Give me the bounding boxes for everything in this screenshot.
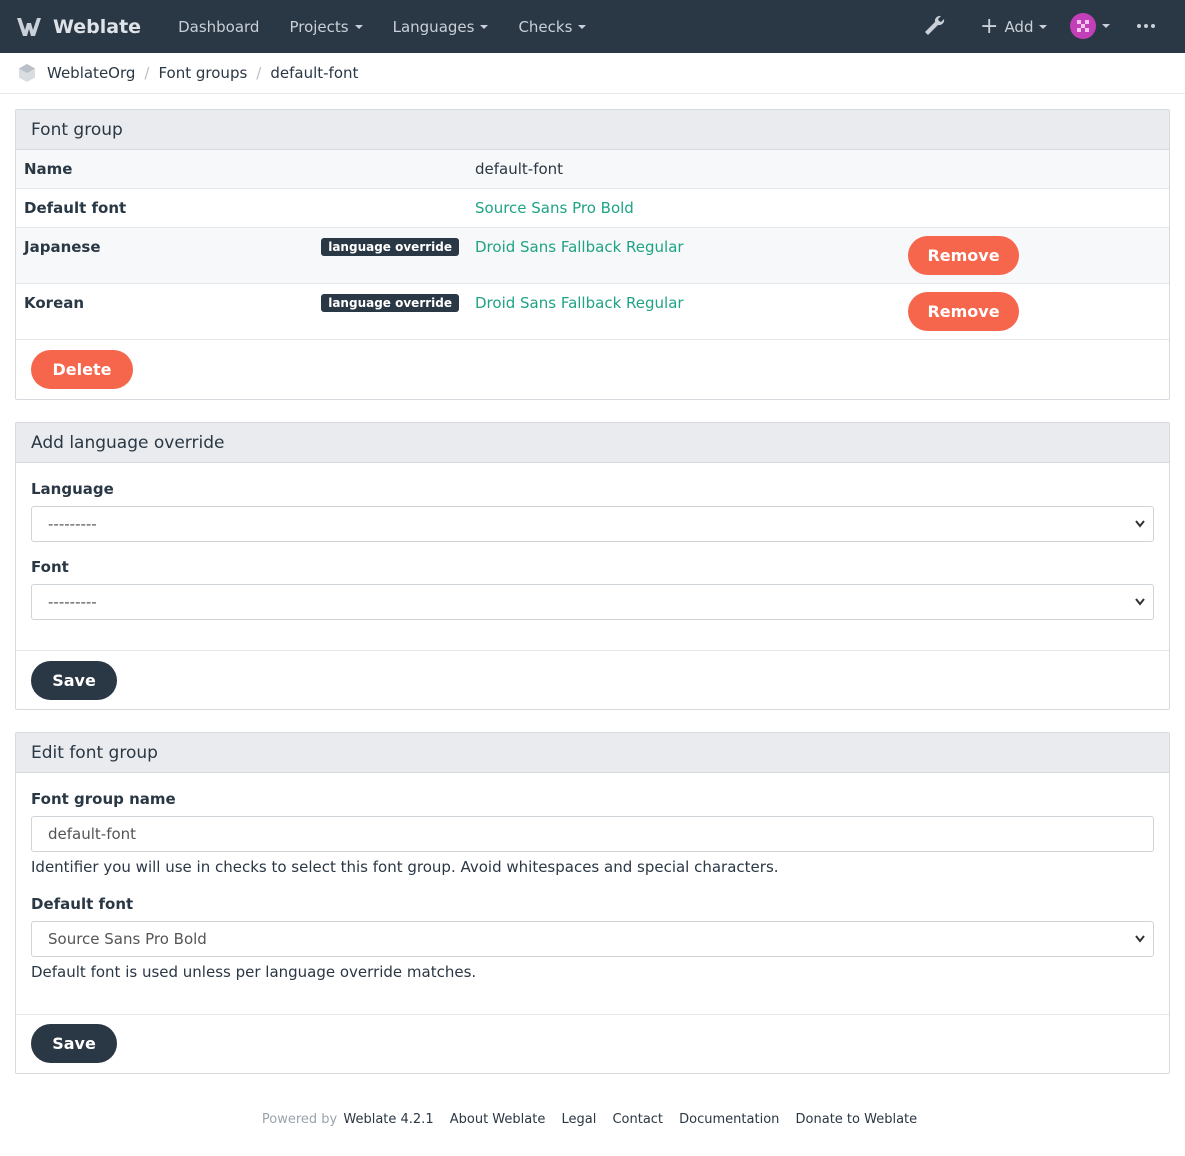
remove-button[interactable]: Remove — [908, 292, 1019, 331]
row-label: Japanese — [24, 238, 101, 256]
delete-button[interactable]: Delete — [31, 350, 133, 389]
breadcrumb-separator: / — [256, 64, 262, 82]
language-label: Language — [31, 480, 114, 498]
page-footer: Powered by Weblate 4.2.1 About Weblate L… — [0, 1112, 1185, 1127]
footer-documentation-link[interactable]: Documentation — [679, 1112, 779, 1127]
language-select-value: --------- — [48, 515, 97, 533]
nav-checks[interactable]: Checks — [503, 0, 601, 53]
more-options-icon[interactable] — [1137, 24, 1158, 28]
row-label: Name — [24, 160, 73, 178]
font-select-value: --------- — [48, 593, 97, 611]
default-font-label: Default font — [31, 895, 134, 913]
language-select[interactable]: --------- — [31, 506, 1154, 542]
brand-name: Weblate — [53, 15, 142, 38]
breadcrumb: WeblateOrg / Font groups / default-font — [0, 53, 1185, 94]
nav-dashboard-label: Dashboard — [178, 17, 260, 36]
user-menu[interactable] — [1070, 13, 1110, 39]
font-select[interactable]: --------- — [31, 584, 1154, 620]
nav-add-label: Add — [1004, 17, 1034, 36]
add-override-panel: Add language override Language ---------… — [15, 422, 1170, 710]
default-font-select[interactable]: Source Sans Pro Bold — [31, 921, 1154, 957]
table-row-name: Name default-font — [16, 150, 1169, 189]
caret-down-icon — [1039, 24, 1048, 29]
caret-down-icon — [480, 24, 489, 29]
brand-link[interactable]: Weblate — [15, 0, 141, 53]
group-name-label: Font group name — [31, 790, 176, 808]
footer-about-link[interactable]: About Weblate — [450, 1112, 546, 1127]
nav-languages-label: Languages — [392, 17, 475, 36]
nav-projects-label: Projects — [289, 17, 349, 36]
nav-checks-label: Checks — [518, 17, 573, 36]
group-name-input[interactable]: default-font — [31, 816, 1154, 852]
default-font-help: Default font is used unless per language… — [31, 963, 477, 981]
footer-donate-link[interactable]: Donate to Weblate — [796, 1112, 918, 1127]
footer-version-link[interactable]: Weblate 4.2.1 — [343, 1112, 433, 1127]
group-name-value: default-font — [48, 825, 137, 843]
panel-heading: Add language override — [16, 423, 1169, 463]
breadcrumb-org[interactable]: WeblateOrg — [47, 64, 135, 82]
font-group-panel: Font group Name default-font Default fon… — [15, 109, 1170, 400]
breadcrumb-current[interactable]: default-font — [270, 64, 358, 82]
override-font-link[interactable]: Droid Sans Fallback Regular — [475, 294, 684, 312]
remove-button[interactable]: Remove — [908, 236, 1019, 275]
table-row-default-font: Default font Source Sans Pro Bold — [16, 189, 1169, 228]
organization-icon — [19, 64, 35, 82]
language-override-badge: language override — [321, 238, 459, 256]
top-navbar: Weblate Dashboard Projects Languages Che… — [0, 0, 1185, 53]
caret-down-icon — [354, 24, 363, 29]
panel-heading: Edit font group — [16, 733, 1169, 773]
chevron-down-icon — [1135, 598, 1145, 606]
panel-heading: Font group — [16, 110, 1169, 150]
default-font-link[interactable]: Source Sans Pro Bold — [475, 199, 634, 217]
avatar — [1070, 13, 1096, 39]
weblate-logo-icon — [17, 17, 41, 36]
row-value: default-font — [475, 160, 564, 178]
edit-group-panel: Edit font group Font group name default-… — [15, 732, 1170, 1074]
caret-down-icon — [1102, 24, 1110, 28]
save-group-button[interactable]: Save — [31, 1024, 117, 1063]
language-override-badge: language override — [321, 294, 459, 312]
table-row-japanese: Japanese language override Droid Sans Fa… — [16, 228, 1169, 284]
wrench-icon[interactable] — [922, 13, 946, 41]
powered-by-text: Powered by — [261, 1112, 338, 1127]
row-label: Default font — [24, 199, 127, 217]
plus-icon: + — [980, 13, 999, 39]
caret-down-icon — [578, 24, 587, 29]
nav-projects[interactable]: Projects — [274, 0, 377, 53]
footer-contact-link[interactable]: Contact — [612, 1112, 663, 1127]
footer-legal-link[interactable]: Legal — [561, 1112, 596, 1127]
chevron-down-icon — [1135, 935, 1145, 943]
nav-add[interactable]: + Add — [980, 0, 1048, 53]
group-name-help: Identifier you will use in checks to sel… — [31, 858, 779, 876]
override-font-link[interactable]: Droid Sans Fallback Regular — [475, 238, 684, 256]
row-label: Korean — [24, 294, 85, 312]
chevron-down-icon — [1135, 520, 1145, 528]
table-row-korean: Korean language override Droid Sans Fall… — [16, 284, 1169, 340]
divider — [16, 650, 1169, 651]
breadcrumb-separator: / — [144, 64, 150, 82]
divider — [16, 1014, 1169, 1015]
font-label: Font — [31, 558, 69, 576]
nav-languages[interactable]: Languages — [378, 0, 504, 53]
default-font-value: Source Sans Pro Bold — [48, 930, 207, 948]
breadcrumb-font-groups[interactable]: Font groups — [158, 64, 247, 82]
nav-dashboard[interactable]: Dashboard — [163, 0, 274, 53]
save-override-button[interactable]: Save — [31, 661, 117, 700]
